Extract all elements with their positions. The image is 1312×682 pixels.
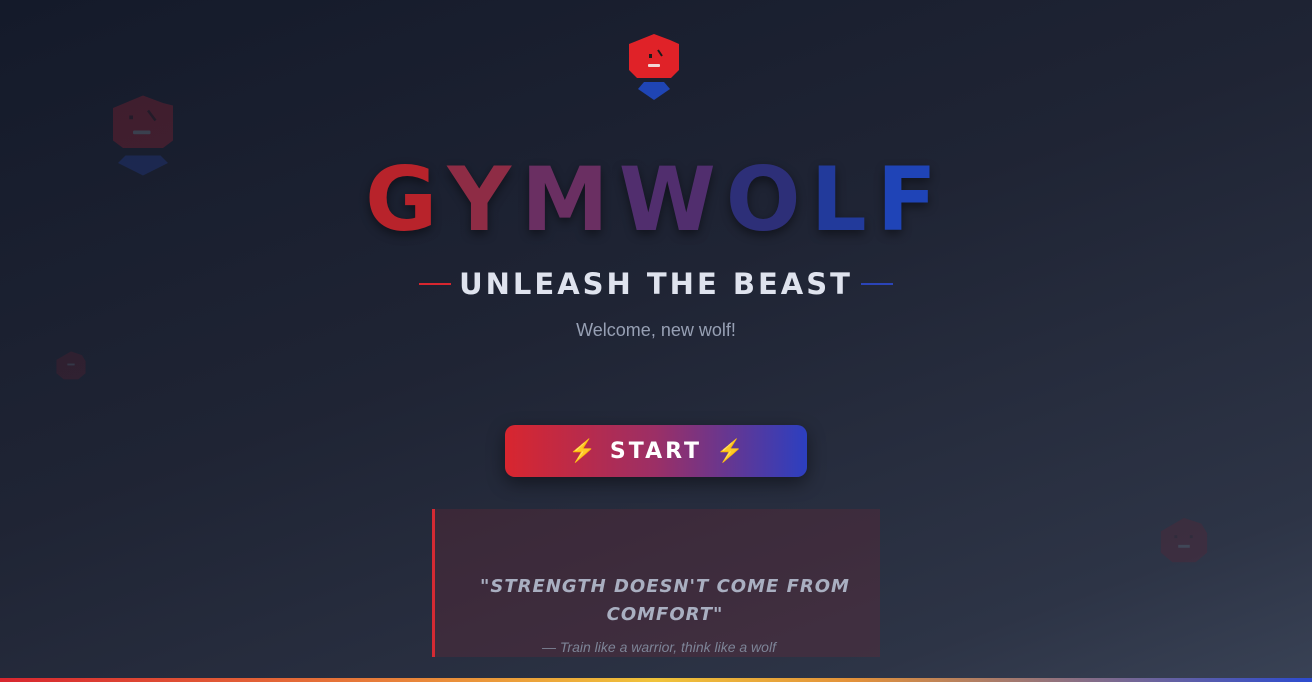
brand-letter: L <box>810 148 877 251</box>
tagline-divider-left <box>419 283 452 285</box>
brand-title: GYMWOLF <box>0 148 1312 252</box>
brand-letter: Y <box>447 148 522 251</box>
lightning-bolt-icon: ⚡ <box>716 438 744 463</box>
tagline-row: UNLEASH THE BEAST <box>0 264 1312 304</box>
bottom-accent-bar <box>0 678 1312 682</box>
lightning-bolt-icon: ⚡ <box>568 438 596 463</box>
start-button-label: START <box>609 438 703 464</box>
motivational-quote-card: "STRENGTH DOESN'T COME FROM COMFORT" — T… <box>432 509 880 657</box>
start-button[interactable]: ⚡ START ⚡ <box>505 425 807 477</box>
brand-letter: M <box>521 148 619 251</box>
brand-letter: G <box>365 148 448 251</box>
background-wolf-mascot-icon <box>1160 517 1208 563</box>
background-wolf-mascot-icon <box>56 351 86 380</box>
brand-letter: W <box>618 148 726 251</box>
wolf-mascot-logo-icon <box>629 34 679 100</box>
brand-letter: F <box>876 148 947 251</box>
quote-author: — Train like a warrior, think like a wol… <box>542 639 776 655</box>
brand-letter: O <box>725 148 811 251</box>
quote-text: "STRENGTH DOESN'T COME FROM COMFORT" <box>480 576 850 625</box>
welcome-message: Welcome, new wolf! <box>576 320 736 340</box>
tagline-divider-right <box>860 283 893 285</box>
tagline: UNLEASH THE BEAST <box>459 267 853 301</box>
